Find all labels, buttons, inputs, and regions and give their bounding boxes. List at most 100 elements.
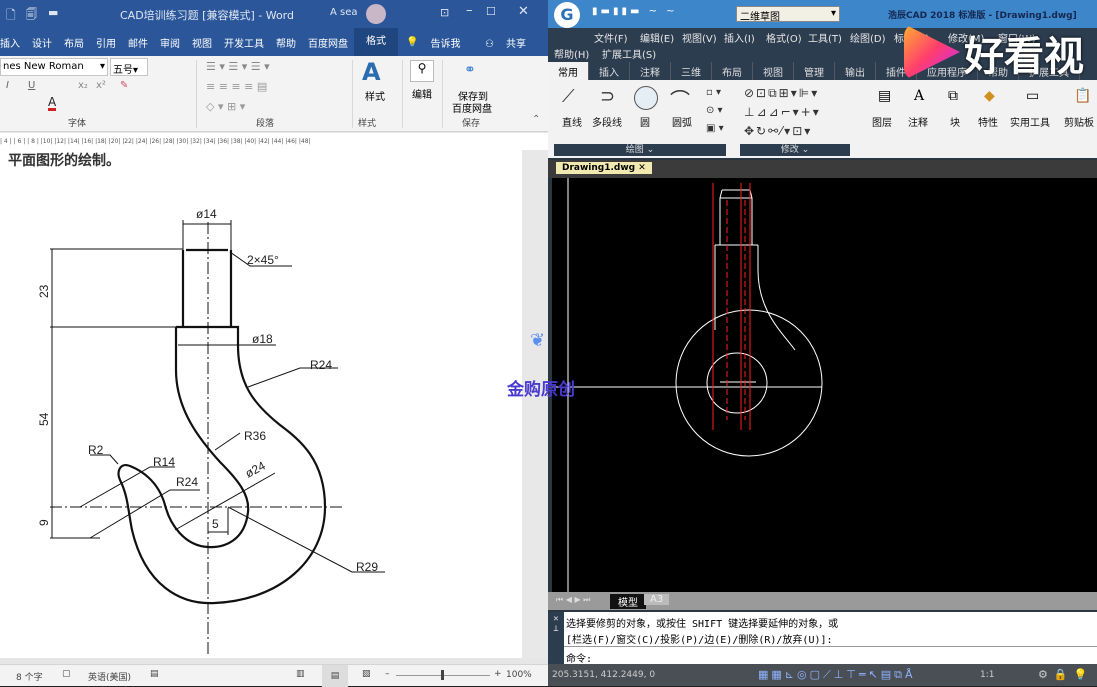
arc-tool[interactable]: 圆弧 [672,114,692,129]
tab-layout[interactable]: 布局 [58,35,90,50]
properties-icon[interactable]: ◆ [984,88,995,104]
font-size-select[interactable]: 五号▾ [110,58,148,76]
proofing-icon[interactable]: ▢ [62,669,71,679]
command-input[interactable]: 命令: [564,646,1097,665]
language[interactable]: 英语(美国) [88,670,131,683]
zoom-out-button[interactable]: – [385,669,390,679]
quick-access-icons[interactable]: ▮▬▮▮▬ ~ ~ [592,6,678,17]
tab-design[interactable]: 设计 [26,35,58,50]
settings-lock-bulb-icons[interactable]: ⚙🔒💡 [1038,668,1093,681]
tab-insert[interactable]: 插入 [0,35,26,50]
lightbulb-icon[interactable]: 💡 [398,37,424,48]
superscript-button[interactable]: x² [96,80,106,91]
circle-icon[interactable] [634,86,658,110]
tab-baidu[interactable]: 百度网盘 [302,35,354,50]
drawing-tab[interactable]: Drawing1.dwg ✕ [556,162,652,174]
menu-edit[interactable]: 编辑(E) [640,30,674,45]
minimize-button[interactable]: – [466,3,473,18]
drawing-canvas[interactable] [552,178,1097,592]
subscript-button[interactable]: x₂ [78,80,88,91]
word-count[interactable]: 8 个字 [16,670,43,683]
clipboard-button[interactable]: 剪贴板 [1064,114,1094,129]
italic-button[interactable]: I [6,80,9,91]
ribbon-display-icon[interactable]: ⊡ [440,6,449,19]
close-button[interactable]: ✕ [518,4,529,19]
arc-icon[interactable]: ⌒ [670,84,690,113]
maximize-button[interactable]: ☐ [486,5,496,18]
zoom-slider-thumb[interactable] [441,670,444,680]
tab-help[interactable]: 帮助 [270,35,302,50]
tab-a3[interactable]: A3 [644,594,670,605]
baidu-cloud-icon[interactable]: ⚭ [464,62,476,78]
layer-button[interactable]: 图层 [872,114,892,129]
modify-panel-label[interactable]: 修改 ⌄ [740,144,850,156]
save-baidu-line2[interactable]: 百度网盘 [452,100,492,115]
tab-annotate[interactable]: 注释 [630,62,671,80]
tab-review[interactable]: 审阅 [154,35,186,50]
menu-help[interactable]: 帮助(H) [554,46,589,61]
draw-panel-label[interactable]: 绘图 ⌄ [554,144,726,156]
pin-icon[interactable]: ⊥ [553,624,558,634]
tab-manage[interactable]: 管理 [794,62,835,80]
line-icon[interactable]: ⟋ [562,86,575,107]
circle-tool[interactable]: 圆 [640,114,650,129]
utilities-icon[interactable]: ▭ [1026,88,1039,104]
tab-view[interactable]: 视图 [186,35,218,50]
utilities-button[interactable]: 实用工具 [1010,114,1050,129]
shading-icon[interactable]: ◇ ▾ ⊞ ▾ [206,100,245,113]
layer-icon[interactable]: ▤ [878,88,891,104]
drafting-toggle-icons[interactable]: ▦▦⊾◎▢⟋⊥⊤═↖▤⧉Å [758,668,915,682]
polyline-icon[interactable]: ⊃ [600,86,615,107]
annotation-scale[interactable]: 1:1 [980,670,994,680]
menu-view[interactable]: 视图(V) [682,30,717,45]
tab-3d[interactable]: 三维 [671,62,712,80]
modify-tool-icons[interactable]: ⊘⊡⧉⊞▾⊫▾ ⊥⊿⊿⌐▾+▾ ✥↻⚯⁄▾⊡▾ [744,84,821,141]
annotate-button[interactable]: 注释 [908,114,928,129]
zoom-slider[interactable] [396,670,490,680]
web-layout-icon[interactable]: ▧ [362,669,371,679]
menu-file[interactable]: 文件(F) [594,30,628,45]
menu-format[interactable]: 格式(O) [766,30,802,45]
tab-developer[interactable]: 开发工具 [218,35,270,50]
zoom-in-button[interactable]: + [494,669,502,679]
more-draw-icons[interactable]: ▫ ▾ ⊙ ▾ ▣ ▾ [706,84,724,138]
tab-layout[interactable]: 布局 [712,62,753,80]
macro-icon[interactable]: ▤ [150,669,159,679]
share-button[interactable]: ⚇ 共享 [473,35,548,50]
menu-extensions[interactable]: 扩展工具(S) [602,46,656,61]
avatar[interactable] [366,4,386,24]
workspace-select[interactable]: 二维草图 ▾ [736,6,840,23]
tab-output[interactable]: 输出 [835,62,876,80]
menu-draw[interactable]: 绘图(D) [850,30,886,45]
close-icon[interactable]: ✕ [638,163,646,173]
tell-me-search[interactable]: 告诉我 [424,35,466,50]
tab-mailings[interactable]: 邮件 [122,35,154,50]
new-doc-icon[interactable]: 🗋 [6,6,16,27]
read-mode-icon[interactable]: ▥ [296,669,305,679]
tab-format[interactable]: 格式 [354,28,398,56]
tab-references[interactable]: 引用 [90,35,122,50]
styles-icon[interactable]: A [362,58,381,86]
tab-view[interactable]: 视图 [753,62,794,80]
styles-button[interactable]: 样式 [365,88,385,103]
underline-button[interactable]: U [28,80,35,91]
layout-nav-arrows[interactable]: ⏮ ◀ ▶ ⏭ [556,595,590,605]
polyline-tool[interactable]: 多段线 [592,114,622,129]
print-preview-icon[interactable]: 🗐 [26,6,37,25]
text-icon[interactable]: A [914,88,924,104]
clear-format-icon[interactable]: ✎ [120,80,128,91]
clipboard-icon[interactable]: 📋 [1074,88,1091,104]
menu-tools[interactable]: 工具(T) [808,30,842,45]
cad-logo[interactable]: G [554,2,580,28]
align-icons[interactable]: ≡ ≡ ≡ ≡ ▤ [206,80,267,93]
tab-model[interactable]: 模型 [610,594,646,609]
edit-button[interactable]: 编辑 [412,86,432,101]
search-icon[interactable]: ⚲ [410,60,434,82]
print-layout-icon[interactable]: ▤ [322,665,348,687]
vertical-scrollbar[interactable] [522,150,548,658]
collapse-ribbon-icon[interactable]: ⌃ [532,114,540,125]
block-icon[interactable]: ⧉ [948,88,958,104]
tab-home[interactable]: 常用 [548,62,589,80]
line-tool[interactable]: 直线 [562,114,582,129]
close-icon[interactable]: ✕ [553,614,558,624]
